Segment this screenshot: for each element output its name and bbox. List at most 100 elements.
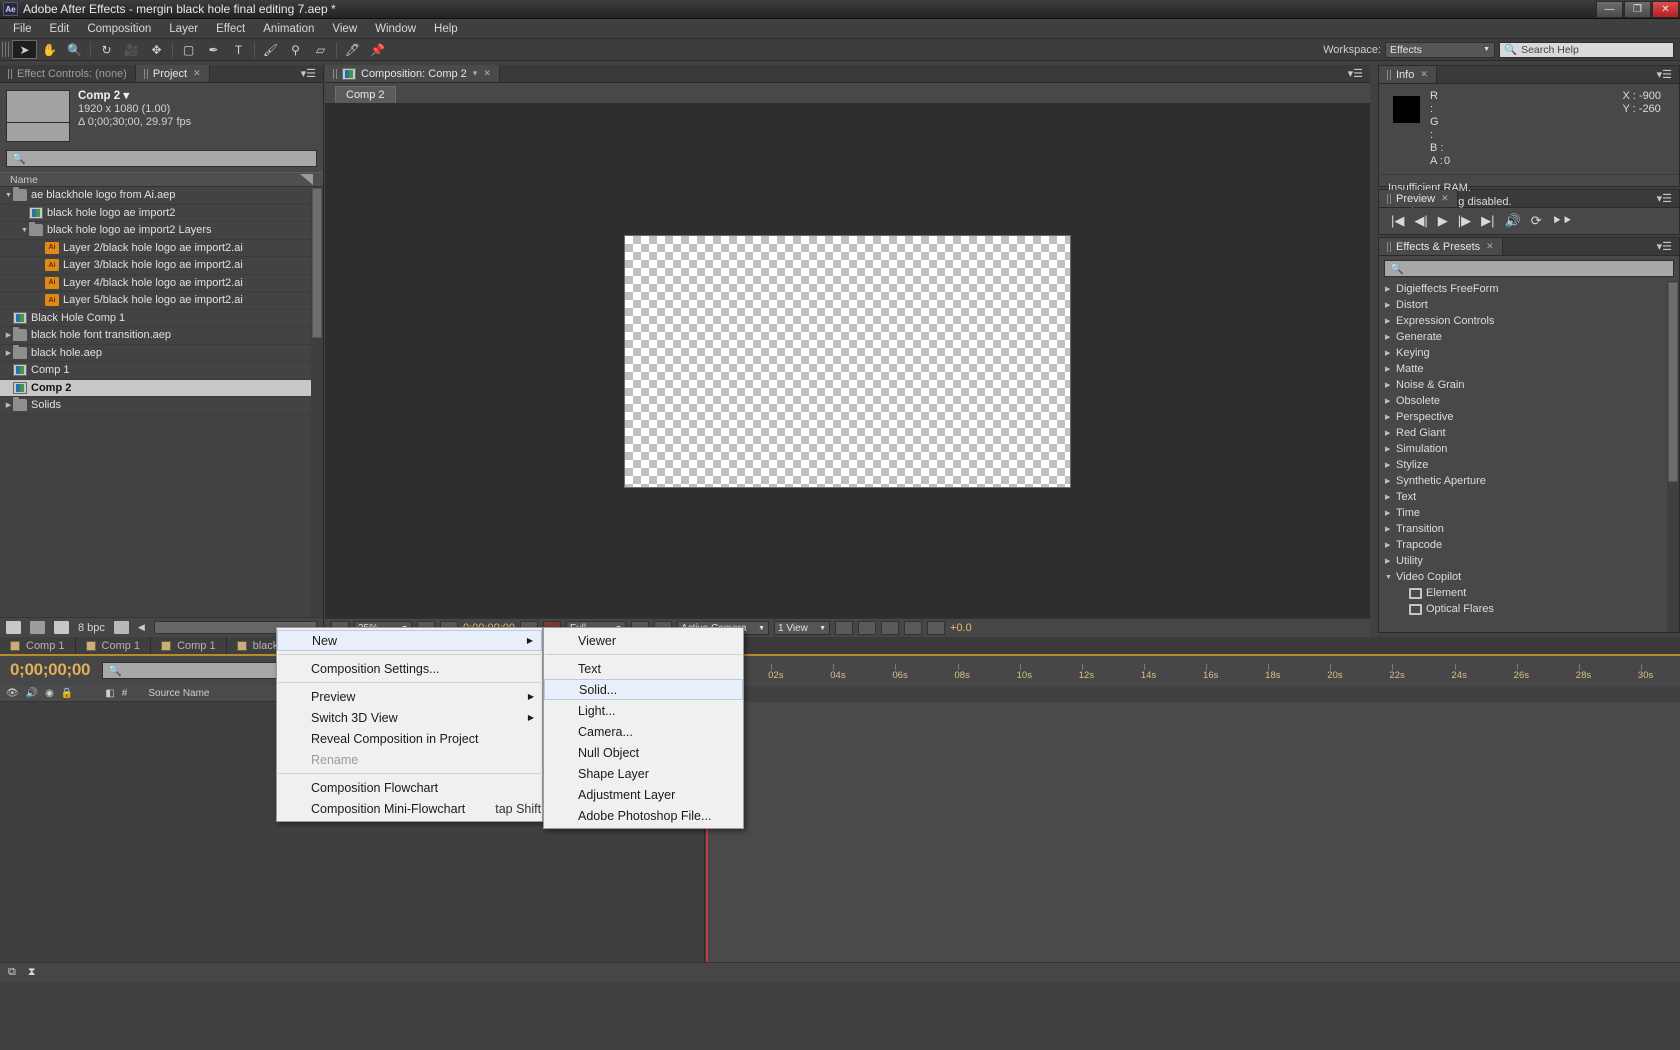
panel-menu-icon[interactable]: ▾☰ [1650, 190, 1679, 207]
menu-item-reveal-composition-in-project[interactable]: Reveal Composition in Project [277, 728, 542, 749]
project-item-row[interactable]: · Black Hole Comp 1 [0, 310, 323, 327]
menu-item-viewer[interactable]: Viewer [544, 630, 743, 651]
timeline-tab[interactable]: Comp 1 [151, 637, 227, 654]
menu-item-solid[interactable]: Solid... [544, 679, 743, 700]
project-item-row[interactable]: ▼ ae blackhole logo from Ai.aep [0, 187, 323, 205]
timeline-tab[interactable]: Comp 1 [0, 637, 76, 654]
project-item-row[interactable]: ▶ black hole.aep [0, 344, 323, 362]
menu-item-adobe-photoshop-file[interactable]: Adobe Photoshop File... [544, 805, 743, 826]
menu-item-new[interactable]: New ▶ [277, 630, 542, 651]
new-folder-icon[interactable] [30, 621, 45, 634]
close-icon[interactable]: ✕ [193, 68, 201, 79]
twirl-down-icon[interactable]: ▼ [20, 227, 29, 234]
tab-composition[interactable]: Composition: Comp 2 ▾ ✕ [325, 65, 500, 82]
twirl-down-icon[interactable]: ▼ [1385, 574, 1396, 581]
graph-editor-icon[interactable]: ⧗ [28, 966, 36, 979]
twirl-right-icon[interactable]: ▶ [1385, 365, 1396, 373]
effects-category-row[interactable]: ▶ Simulation [1379, 441, 1679, 457]
project-item-row[interactable]: · Comp 2 [0, 379, 323, 397]
twirl-right-icon[interactable]: ▶ [1385, 333, 1396, 341]
twirl-right-icon[interactable]: ▶ [1385, 493, 1396, 501]
solo-toggle-icon[interactable]: ◉ [45, 688, 54, 699]
twirl-right-icon[interactable]: ▶ [1385, 381, 1396, 389]
project-search-input[interactable]: 🔍 [6, 150, 317, 167]
effects-item-row[interactable]: Element [1379, 585, 1679, 601]
project-item-row[interactable]: ▼ black hole logo ae import2 Layers [0, 222, 323, 240]
pixel-aspect-icon[interactable] [858, 621, 876, 635]
tab-effect-controls[interactable]: Effect Controls: (none) [0, 65, 136, 82]
effects-category-row[interactable]: ▶ Noise & Grain [1379, 377, 1679, 393]
scroll-left-icon[interactable]: ◀ [138, 622, 145, 633]
shape-tool[interactable]: ▢ [176, 40, 201, 59]
lock-toggle-icon[interactable]: 🔒 [61, 688, 73, 699]
effects-category-row[interactable]: ▶ Red Giant [1379, 425, 1679, 441]
project-scrollbar[interactable] [311, 187, 323, 617]
camera-tool[interactable]: 🎥 [119, 40, 144, 59]
tab-project[interactable]: Project ✕ [135, 65, 210, 82]
chevron-down-icon[interactable]: ▾ [473, 68, 478, 79]
menu-composition[interactable]: Composition [78, 21, 160, 37]
eraser-tool[interactable]: ▱ [308, 40, 333, 59]
fast-previews-icon[interactable] [881, 621, 899, 635]
twirl-right-icon[interactable]: ▶ [1385, 349, 1396, 357]
bit-depth-label[interactable]: 8 bpc [78, 622, 105, 634]
menu-item-switch-3d-view[interactable]: Switch 3D View ▶ [277, 707, 542, 728]
close-button[interactable]: ✕ [1652, 0, 1679, 18]
menu-window[interactable]: Window [366, 21, 425, 37]
timeline-search-input[interactable]: 🔍 [102, 662, 278, 679]
effects-category-row[interactable]: ▶ Trapcode [1379, 537, 1679, 553]
menu-animation[interactable]: Animation [254, 21, 323, 37]
menu-item-null-object[interactable]: Null Object [544, 742, 743, 763]
twirl-right-icon[interactable]: ▶ [1385, 477, 1396, 485]
audio-icon[interactable]: 🔊 [1505, 213, 1521, 229]
project-item-row[interactable]: · Layer 3/black hole logo ae import2.ai [0, 257, 323, 275]
project-item-row[interactable]: · Comp 1 [0, 362, 323, 380]
twirl-right-icon[interactable]: ▶ [1385, 445, 1396, 453]
timeline-current-time[interactable]: 0;00;00;00 [0, 656, 90, 686]
menu-item-composition-settings[interactable]: Composition Settings... [277, 658, 542, 679]
composition-canvas[interactable] [325, 104, 1370, 618]
effects-scrollbar[interactable] [1667, 281, 1679, 632]
twirl-right-icon[interactable]: ▶ [4, 331, 13, 339]
previous-frame-icon[interactable]: ◀| [1414, 213, 1427, 229]
effects-category-row[interactable]: ▶ Keying [1379, 345, 1679, 361]
menu-help[interactable]: Help [425, 21, 467, 37]
play-icon[interactable]: ▶ [1438, 213, 1448, 229]
effects-category-row[interactable]: ▶ Expression Controls [1379, 313, 1679, 329]
label-color-icon[interactable]: ◧ [105, 688, 114, 699]
menu-item-composition-flowchart[interactable]: Composition Flowchart [277, 777, 542, 798]
context-submenu-new[interactable]: Viewer Text Solid... Light... Camera... Null … [543, 627, 744, 829]
effects-category-row[interactable]: ▼ Video Copilot [1379, 569, 1679, 585]
menu-item-preview[interactable]: Preview ▶ [277, 686, 542, 707]
effects-category-row[interactable]: ▶ Utility [1379, 553, 1679, 569]
maximize-button[interactable]: ❐ [1624, 0, 1651, 18]
tab-preview[interactable]: Preview ✕ [1379, 190, 1458, 207]
project-item-row[interactable]: · Layer 2/black hole logo ae import2.ai [0, 240, 323, 257]
comp-name[interactable]: Comp 2 ▾ [78, 90, 191, 103]
delete-icon[interactable] [113, 621, 129, 634]
twirl-right-icon[interactable]: ▶ [1385, 285, 1396, 293]
twirl-right-icon[interactable]: ▶ [4, 349, 13, 357]
twirl-right-icon[interactable]: ▶ [1385, 413, 1396, 421]
menu-effect[interactable]: Effect [207, 21, 254, 37]
project-item-row[interactable]: ▶ black hole font transition.aep [0, 327, 323, 345]
rotation-tool[interactable]: ↻ [94, 40, 119, 59]
puppet-tool[interactable]: 📌 [365, 40, 390, 59]
subtab-comp2[interactable]: Comp 2 [335, 86, 396, 103]
timeline-tab[interactable]: Comp 1 [75, 637, 152, 654]
brush-tool[interactable]: 🖌 [258, 40, 283, 59]
menu-edit[interactable]: Edit [41, 21, 79, 37]
audio-toggle-icon[interactable]: 🔊 [26, 688, 38, 699]
menu-view[interactable]: View [323, 21, 366, 37]
effects-category-row[interactable]: ▶ Distort [1379, 297, 1679, 313]
menu-item-camera[interactable]: Camera... [544, 721, 743, 742]
toggle-switches-modes-icon[interactable]: ⧉ [8, 966, 16, 979]
menu-item-adjustment-layer[interactable]: Adjustment Layer [544, 784, 743, 805]
pen-tool[interactable]: ✒ [201, 40, 226, 59]
panel-menu-icon[interactable]: ▾☰ [1650, 66, 1679, 83]
exposure-value[interactable]: +0.0 [950, 622, 972, 634]
effects-search-input[interactable]: 🔍 [1384, 260, 1674, 277]
effects-item-row[interactable]: Optical Flares [1379, 601, 1679, 617]
menu-item-text[interactable]: Text [544, 658, 743, 679]
close-icon[interactable]: ✕ [483, 68, 491, 79]
